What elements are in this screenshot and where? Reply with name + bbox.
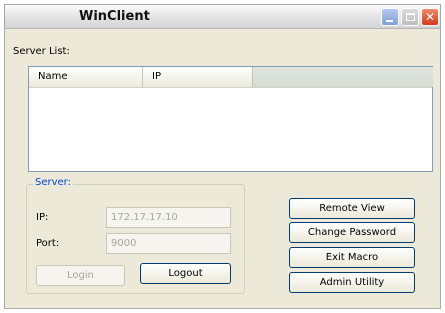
change-password-button[interactable]: Change Password (289, 222, 415, 243)
ip-field[interactable]: 172.17.17.10 (106, 207, 231, 228)
ip-label: IP: (36, 212, 49, 223)
column-header-ip[interactable]: IP (143, 67, 253, 87)
title-bar[interactable]: WinClient ✕ (5, 5, 440, 29)
close-button[interactable]: ✕ (421, 8, 439, 26)
winclient-window: WinClient ✕ Server List: Name IP Server:… (4, 4, 441, 309)
remote-view-button[interactable]: Remote View (289, 198, 415, 219)
logout-button[interactable]: Logout (140, 263, 231, 284)
login-button[interactable]: Login (36, 265, 125, 286)
column-header-name[interactable]: Name (29, 67, 143, 87)
column-header-filler (253, 67, 433, 87)
exit-macro-button[interactable]: Exit Macro (289, 247, 415, 268)
server-list-header: Name IP (29, 67, 433, 88)
port-label: Port: (36, 238, 60, 249)
minimize-icon (386, 20, 393, 22)
close-icon: ✕ (424, 10, 436, 24)
server-group-title: Server: (33, 177, 73, 188)
maximize-icon (406, 13, 415, 21)
minimize-button[interactable] (381, 8, 399, 26)
maximize-button[interactable] (401, 8, 419, 26)
admin-utility-button[interactable]: Admin Utility (289, 272, 415, 293)
server-list[interactable]: Name IP (28, 66, 433, 172)
server-list-label: Server List: (13, 46, 70, 57)
port-field[interactable]: 9000 (106, 233, 231, 254)
window-title: WinClient (79, 9, 150, 24)
